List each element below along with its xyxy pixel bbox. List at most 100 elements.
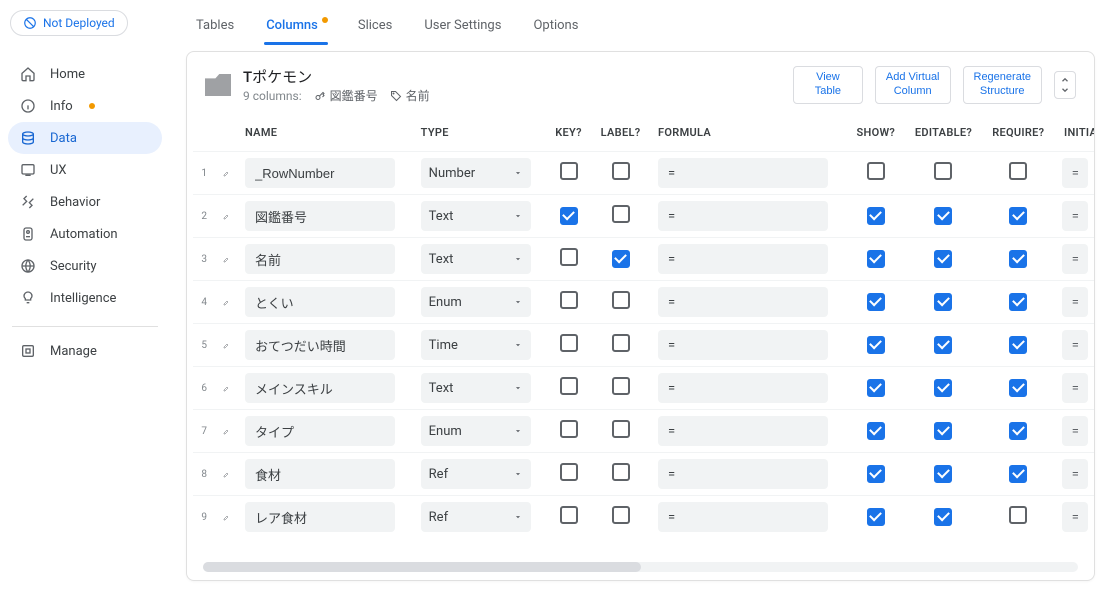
checkbox[interactable] (1009, 207, 1027, 225)
checkbox[interactable] (934, 207, 952, 225)
edit-row-button[interactable] (223, 295, 229, 310)
checkbox[interactable] (1009, 422, 1027, 440)
column-type-select[interactable]: Time (421, 330, 531, 360)
column-type-select[interactable]: Ref (421, 459, 531, 489)
checkbox[interactable] (867, 250, 885, 268)
column-type-select[interactable]: Number (421, 158, 531, 188)
deploy-status-pill[interactable]: Not Deployed (10, 10, 128, 36)
checkbox[interactable] (867, 465, 885, 483)
checkbox[interactable] (867, 162, 885, 180)
initial-value-input[interactable]: = (1062, 330, 1088, 360)
column-name-input[interactable] (245, 373, 395, 403)
sidebar-item-data[interactable]: Data (8, 122, 162, 154)
initial-value-input[interactable]: = (1062, 244, 1088, 274)
checkbox[interactable] (867, 293, 885, 311)
sidebar-item-behavior[interactable]: Behavior (8, 186, 162, 218)
checkbox[interactable] (560, 506, 578, 524)
tab-slices[interactable]: Slices (356, 18, 394, 45)
sidebar-item-home[interactable]: Home (8, 58, 162, 90)
edit-row-button[interactable] (223, 209, 229, 224)
checkbox[interactable] (934, 508, 952, 526)
checkbox[interactable] (934, 250, 952, 268)
edit-row-button[interactable] (223, 424, 229, 439)
checkbox[interactable] (560, 291, 578, 309)
checkbox[interactable] (867, 207, 885, 225)
tab-tables[interactable]: Tables (194, 18, 236, 45)
checkbox[interactable] (612, 334, 630, 352)
checkbox[interactable] (560, 463, 578, 481)
initial-value-input[interactable]: = (1062, 416, 1088, 446)
formula-input[interactable]: = (658, 459, 828, 489)
checkbox[interactable] (867, 379, 885, 397)
checkbox[interactable] (1009, 465, 1027, 483)
view-table-button[interactable]: ViewTable (793, 66, 863, 104)
checkbox[interactable] (560, 334, 578, 352)
column-name-input[interactable] (245, 201, 395, 231)
checkbox[interactable] (1009, 293, 1027, 311)
sidebar-item-security[interactable]: Security (8, 250, 162, 282)
expand-collapse-button[interactable] (1054, 71, 1076, 99)
column-type-select[interactable]: Enum (421, 287, 531, 317)
initial-value-input[interactable]: = (1062, 459, 1088, 489)
checkbox[interactable] (560, 207, 578, 225)
edit-row-button[interactable] (223, 467, 229, 482)
checkbox[interactable] (612, 463, 630, 481)
checkbox[interactable] (934, 336, 952, 354)
column-type-select[interactable]: Text (421, 373, 531, 403)
regenerate-structure-button[interactable]: RegenerateStructure (963, 66, 1043, 104)
scrollbar-thumb[interactable] (203, 562, 641, 572)
checkbox[interactable] (612, 162, 630, 180)
formula-input[interactable]: = (658, 416, 828, 446)
checkbox[interactable] (867, 508, 885, 526)
checkbox[interactable] (560, 248, 578, 266)
checkbox[interactable] (1009, 162, 1027, 180)
sidebar-item-ux[interactable]: UX (8, 154, 162, 186)
checkbox[interactable] (867, 422, 885, 440)
checkbox[interactable] (1009, 506, 1027, 524)
column-name-input[interactable] (245, 287, 395, 317)
initial-value-input[interactable]: = (1062, 502, 1088, 532)
column-name-input[interactable] (245, 244, 395, 274)
column-name-input[interactable] (245, 416, 395, 446)
checkbox[interactable] (934, 293, 952, 311)
checkbox[interactable] (934, 379, 952, 397)
checkbox[interactable] (612, 250, 630, 268)
tab-options[interactable]: Options (531, 18, 580, 45)
initial-value-input[interactable]: = (1062, 201, 1088, 231)
column-type-select[interactable]: Ref (421, 502, 531, 532)
edit-row-button[interactable] (223, 252, 229, 267)
checkbox[interactable] (934, 465, 952, 483)
checkbox[interactable] (612, 291, 630, 309)
checkbox[interactable] (612, 205, 630, 223)
formula-input[interactable]: = (658, 158, 828, 188)
checkbox[interactable] (867, 336, 885, 354)
tab-columns[interactable]: Columns (264, 18, 328, 45)
edit-row-button[interactable] (223, 510, 229, 525)
sidebar-item-info[interactable]: Info (8, 90, 162, 122)
checkbox[interactable] (612, 377, 630, 395)
formula-input[interactable]: = (658, 287, 828, 317)
edit-row-button[interactable] (223, 381, 229, 396)
checkbox[interactable] (560, 377, 578, 395)
column-name-input[interactable] (245, 158, 395, 188)
formula-input[interactable]: = (658, 502, 828, 532)
checkbox[interactable] (934, 422, 952, 440)
add-virtual-column-button[interactable]: Add VirtualColumn (875, 66, 951, 104)
formula-input[interactable]: = (658, 201, 828, 231)
edit-row-button[interactable] (223, 338, 229, 353)
columns-grid-scroll[interactable]: NAME TYPE KEY? LABEL? FORMULA SHOW? EDIT… (187, 114, 1094, 562)
checkbox[interactable] (934, 162, 952, 180)
checkbox[interactable] (1009, 250, 1027, 268)
column-type-select[interactable]: Enum (421, 416, 531, 446)
initial-value-input[interactable]: = (1062, 373, 1088, 403)
column-name-input[interactable] (245, 330, 395, 360)
checkbox[interactable] (1009, 379, 1027, 397)
tab-user-settings[interactable]: User Settings (422, 18, 503, 45)
checkbox[interactable] (612, 506, 630, 524)
column-type-select[interactable]: Text (421, 244, 531, 274)
formula-input[interactable]: = (658, 373, 828, 403)
column-type-select[interactable]: Text (421, 201, 531, 231)
sidebar-item-intelligence[interactable]: Intelligence (8, 282, 162, 314)
formula-input[interactable]: = (658, 330, 828, 360)
checkbox[interactable] (1009, 336, 1027, 354)
